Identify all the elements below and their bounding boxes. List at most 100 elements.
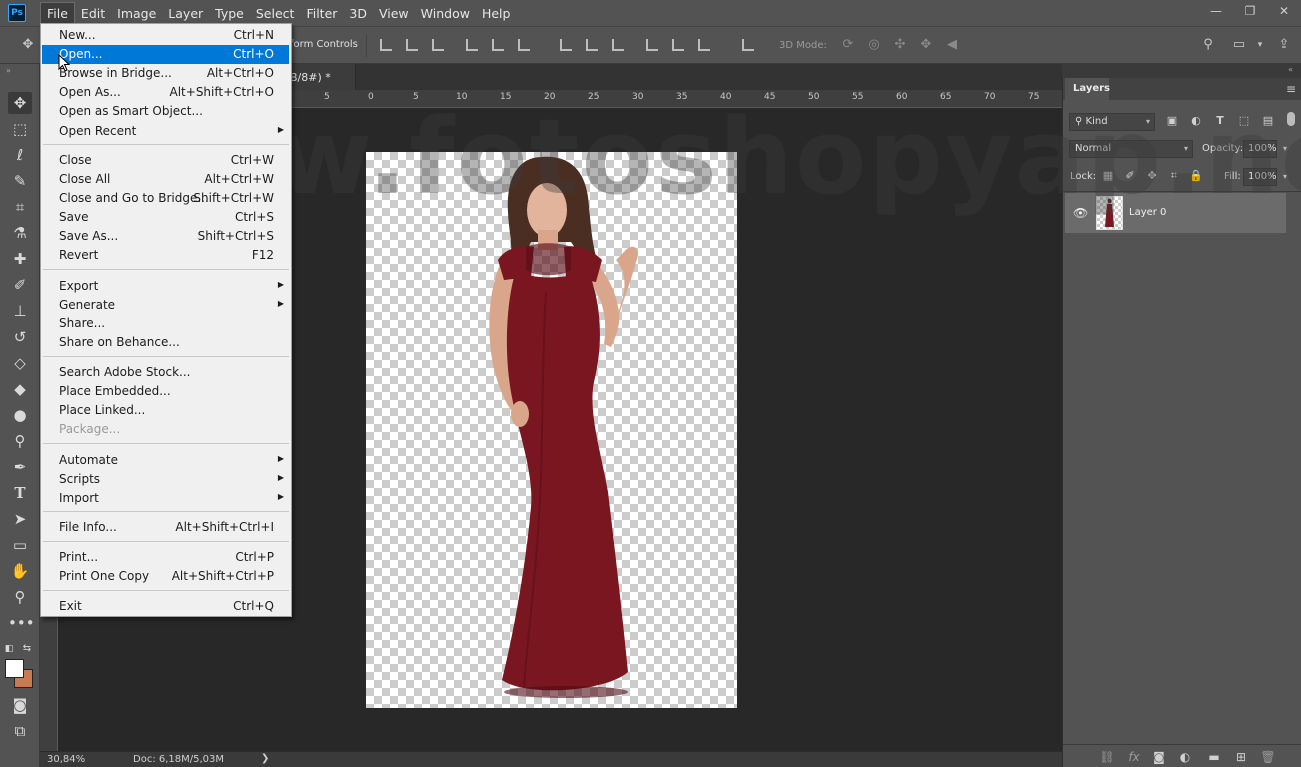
collapse-tools-icon[interactable]: » (6, 66, 11, 75)
filter-toggle[interactable] (1287, 112, 1295, 126)
menu-layer[interactable]: Layer (162, 3, 209, 24)
menu-type[interactable]: Type (209, 3, 250, 24)
brush-tool-icon[interactable]: ✐ (8, 274, 32, 296)
3d-roll-icon[interactable]: ◎ (866, 37, 882, 53)
opacity-dropdown-icon[interactable]: ▾ (1279, 140, 1291, 158)
menu-file[interactable]: File (40, 1, 75, 25)
lock-transparent-pixels-icon[interactable]: ▦ (1101, 169, 1115, 183)
status-menu-arrow-icon[interactable]: ❯ (261, 753, 269, 764)
menu-item-close-all[interactable]: Close All Alt+Ctrl+W (41, 170, 291, 189)
paint-bucket-tool-icon[interactable]: ◆ (8, 378, 32, 400)
menu-item-exit[interactable]: Exit Ctrl+Q (41, 597, 291, 616)
quick-mask-icon[interactable]: ◙ (8, 694, 32, 716)
distribute-vertical-center-icon[interactable] (586, 39, 598, 51)
show-transform-controls-label[interactable]: form Controls (290, 39, 358, 50)
restore-button[interactable]: ❐ (1233, 0, 1267, 22)
align-right-icon[interactable] (518, 39, 530, 51)
menu-item-import[interactable]: Import ▶ (41, 489, 291, 508)
default-colors-icon[interactable]: ◧ (2, 638, 16, 660)
align-horizontal-center-icon[interactable] (492, 39, 504, 51)
menu-item-new[interactable]: New... Ctrl+N (41, 26, 291, 45)
menu-item-place-linked[interactable]: Place Linked... (41, 401, 291, 420)
hand-tool-icon[interactable]: ✋ (8, 560, 32, 582)
menu-item-scripts[interactable]: Scripts ▶ (41, 470, 291, 489)
3d-scale-icon[interactable]: ◀ (944, 37, 960, 53)
filter-type-icon[interactable]: T (1213, 114, 1227, 128)
lock-image-pixels-icon[interactable]: ✐ (1123, 169, 1137, 183)
menu-3d[interactable]: 3D (343, 3, 373, 24)
zoom-level[interactable]: 30,84% (47, 754, 85, 765)
menu-item-browse-in-bridge[interactable]: Browse in Bridge... Alt+Ctrl+O (41, 64, 291, 83)
screen-mode-icon[interactable]: ⧉ (8, 720, 32, 742)
menu-item-place-embedded[interactable]: Place Embedded... (41, 382, 291, 401)
menu-item-save-as[interactable]: Save As... Shift+Ctrl+S (41, 227, 291, 246)
auto-align-layers-icon[interactable] (742, 39, 754, 51)
share-icon[interactable]: ⇪ (1276, 37, 1292, 53)
menu-item-open-as[interactable]: Open As... Alt+Shift+Ctrl+O (41, 83, 291, 102)
collapse-panels-icon[interactable]: « (1288, 65, 1293, 74)
crop-tool-icon[interactable]: ⌗ (8, 196, 32, 218)
blend-mode-select[interactable]: Normal ▾ (1069, 140, 1193, 158)
distribute-right-icon[interactable] (698, 39, 710, 51)
lock-position-icon[interactable]: ✥ (1145, 169, 1159, 183)
eraser-tool-icon[interactable]: ◇ (8, 352, 32, 374)
menu-item-print[interactable]: Print... Ctrl+P (41, 548, 291, 567)
foreground-color-swatch[interactable] (5, 659, 24, 678)
more-tools-icon[interactable]: ••• (8, 612, 35, 634)
menu-item-revert[interactable]: Revert F12 (41, 246, 291, 265)
distribute-horizontal-center-icon[interactable] (672, 39, 684, 51)
panel-menu-icon[interactable]: ≡ (1286, 82, 1296, 96)
menu-item-close-and-go-to-bridge[interactable]: Close and Go to Bridge... Shift+Ctrl+W (41, 189, 291, 208)
layers-tab[interactable]: Layers (1065, 78, 1110, 100)
history-brush-tool-icon[interactable]: ↺ (8, 326, 32, 348)
eye-icon[interactable]: 👁 (1073, 206, 1088, 220)
3d-slide-icon[interactable]: ✥ (918, 37, 934, 53)
swap-colors-icon[interactable]: ⇆ (20, 638, 34, 660)
fill-dropdown-icon[interactable]: ▾ (1279, 168, 1291, 186)
align-top-icon[interactable] (380, 39, 392, 51)
fill-input[interactable]: 100% (1243, 168, 1277, 186)
menu-item-share-on-behance[interactable]: Share on Behance... (41, 333, 291, 352)
lock-all-icon[interactable]: 🔒 (1189, 169, 1203, 183)
distribute-top-icon[interactable] (560, 39, 572, 51)
dodge-tool-icon[interactable]: ⚲ (8, 430, 32, 452)
align-bottom-icon[interactable] (432, 39, 444, 51)
marquee-tool-icon[interactable]: ⬚ (8, 118, 32, 140)
opacity-input[interactable]: 100% (1243, 140, 1277, 158)
align-left-icon[interactable] (466, 39, 478, 51)
blur-tool-icon[interactable]: ● (8, 404, 32, 426)
new-layer-icon[interactable]: ⊞ (1233, 749, 1249, 765)
menu-item-open-as-smart-object[interactable]: Open as Smart Object... (41, 102, 291, 121)
menu-item-open[interactable]: Open... Ctrl+O (42, 45, 289, 64)
menu-item-file-info[interactable]: File Info... Alt+Shift+Ctrl+I (41, 518, 291, 537)
rectangle-tool-icon[interactable]: ▭ (8, 534, 32, 556)
filter-shape-icon[interactable]: ⬚ (1237, 114, 1251, 128)
quick-selection-tool-icon[interactable]: ✎ (8, 170, 32, 192)
layer-row[interactable]: 👁 Layer 0 (1065, 193, 1286, 233)
menu-view[interactable]: View (373, 3, 415, 24)
menu-item-export[interactable]: Export ▶ (41, 277, 291, 296)
workspace-icon[interactable]: ▭ (1231, 37, 1247, 53)
filter-pixel-icon[interactable]: ▣ (1165, 114, 1179, 128)
menu-item-search-adobe-stock[interactable]: Search Adobe Stock... (41, 363, 291, 382)
menu-filter[interactable]: Filter (300, 3, 343, 24)
new-group-icon[interactable]: ▬ (1206, 749, 1222, 765)
menu-item-automate[interactable]: Automate ▶ (41, 451, 291, 470)
eyedropper-tool-icon[interactable]: ⚗ (8, 222, 32, 244)
workspace-dropdown-icon[interactable]: ▾ (1252, 37, 1268, 53)
menu-item-share[interactable]: Share... (41, 314, 291, 333)
search-icon[interactable]: ⚲ (1200, 37, 1216, 53)
distribute-bottom-icon[interactable] (612, 39, 624, 51)
zoom-tool-icon[interactable]: ⚲ (8, 586, 32, 608)
menu-item-save[interactable]: Save Ctrl+S (41, 208, 291, 227)
menu-edit[interactable]: Edit (75, 3, 111, 24)
type-tool-icon[interactable]: T (8, 482, 32, 504)
menu-select[interactable]: Select (250, 3, 301, 24)
link-layers-icon[interactable]: ⛓ (1099, 749, 1115, 765)
distribute-left-icon[interactable] (646, 39, 658, 51)
menu-item-close[interactable]: Close Ctrl+W (41, 151, 291, 170)
delete-layer-icon[interactable]: 🗑 (1260, 749, 1276, 765)
menu-help[interactable]: Help (476, 3, 517, 24)
add-mask-icon[interactable]: ◙ (1151, 749, 1167, 765)
layer-filter-kind-select[interactable]: ⚲ Kind ▾ (1069, 113, 1155, 131)
